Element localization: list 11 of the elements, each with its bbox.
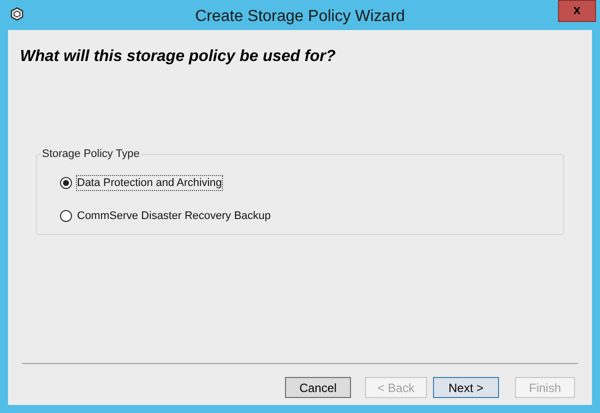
radio-button[interactable]: [60, 210, 72, 222]
app-icon: [10, 7, 24, 21]
group-label: Storage Policy Type: [41, 147, 141, 161]
close-button[interactable]: x: [558, 0, 596, 22]
page-heading: What will this storage policy be used for?: [20, 48, 336, 65]
wizard-button[interactable]: Cancel: [285, 377, 351, 398]
radio-button[interactable]: [60, 177, 72, 189]
radio-label[interactable]: Data Protection and Archiving: [77, 176, 222, 190]
radio-label[interactable]: CommServe Disaster Recovery Backup: [77, 209, 271, 223]
window-title: Create Storage Policy Wizard: [195, 7, 405, 27]
wizard-button[interactable]: Next >: [433, 377, 499, 398]
